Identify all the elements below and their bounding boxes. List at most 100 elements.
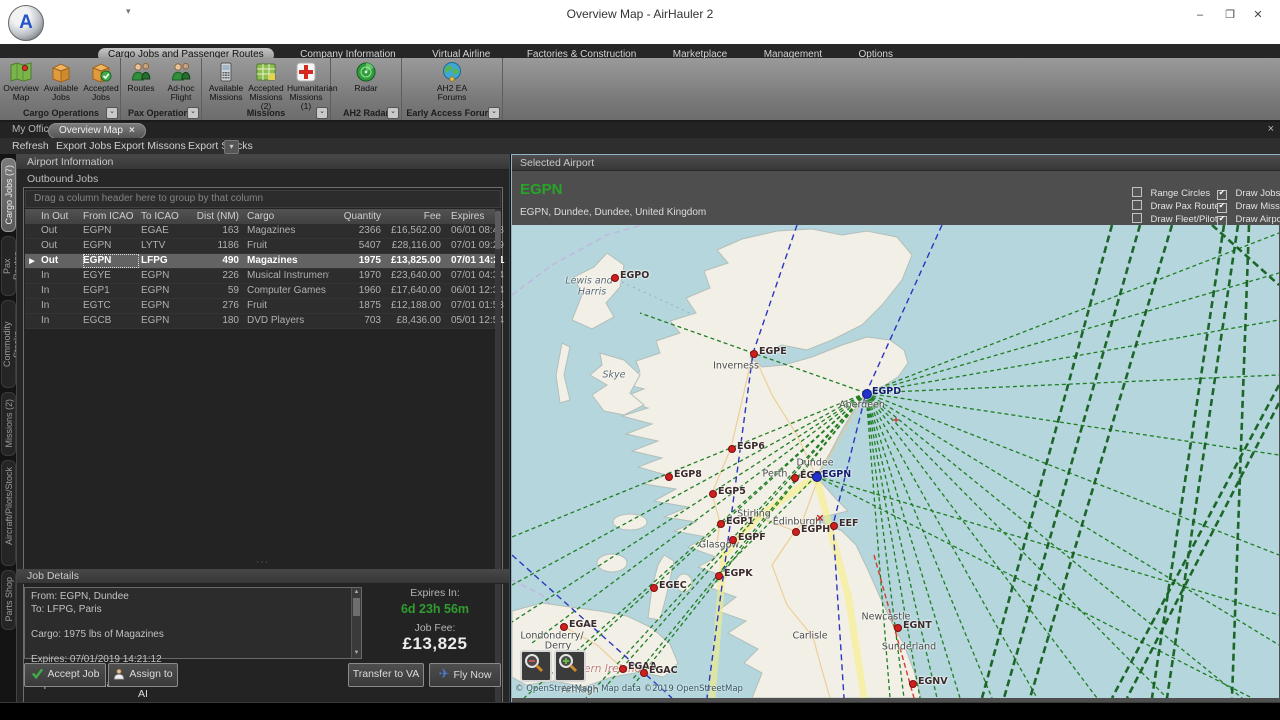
airport-dot-icon bbox=[791, 474, 799, 482]
job-summary: Expires In: 6d 23h 56m Job Fee: £13,825 bbox=[361, 587, 509, 659]
expires-in-value: 6d 23h 56m bbox=[361, 602, 509, 616]
sidetab-missions[interactable]: Missions (2) bbox=[1, 392, 16, 456]
toggle-label: Draw Airports bbox=[1235, 214, 1280, 225]
map-toggle[interactable]: Draw Pax Routes bbox=[1132, 196, 1224, 209]
radar-button[interactable]: Radar bbox=[347, 59, 385, 106]
maximize-button[interactable]: ❐ bbox=[1216, 4, 1244, 26]
map-toggle[interactable]: Draw Fleet/Pilots bbox=[1132, 209, 1224, 222]
sidetab-aircraft-pilots-stock[interactable]: Aircraft/Pilots/Stock bbox=[1, 460, 16, 566]
airport-dot-icon bbox=[750, 350, 758, 358]
minimize-button[interactable]: – bbox=[1186, 4, 1214, 26]
zoom-in-button[interactable] bbox=[554, 650, 586, 682]
group-expander-icon[interactable]: ⌄ bbox=[316, 107, 328, 119]
available-jobs-button[interactable]: Available Jobs bbox=[42, 59, 80, 106]
available-missions-button[interactable]: Available Missions bbox=[207, 59, 245, 106]
job-details-textbox[interactable]: From: EGPN, DundeeTo: LFPG, ParisCargo: … bbox=[24, 587, 362, 659]
scrollbar-thumb[interactable] bbox=[353, 598, 360, 616]
overview-map-button[interactable]: Overview Map bbox=[2, 59, 40, 106]
panel-splitter[interactable]: ∙ ∙ ∙ bbox=[23, 559, 501, 567]
grid-body: Out EGPN EGAE 163 Magazines 2366 £16,562… bbox=[25, 224, 495, 329]
scroll-down-icon[interactable]: ▼ bbox=[352, 649, 361, 658]
close-button[interactable]: ✕ bbox=[1244, 4, 1272, 26]
cell-from-icao: EGTC bbox=[83, 299, 139, 313]
cell-from-icao: EGPN bbox=[83, 254, 139, 268]
col-quantity[interactable]: Quantity bbox=[331, 209, 381, 224]
accept-job-button[interactable]: Accept Job bbox=[24, 663, 106, 687]
app-logo-icon[interactable]: A bbox=[8, 5, 44, 41]
zoom-out-button[interactable] bbox=[520, 650, 552, 682]
export-missions-button[interactable]: Export Missons bbox=[114, 138, 186, 154]
col-in-out[interactable]: In Out bbox=[41, 209, 81, 224]
map-place-label: Dundee bbox=[796, 458, 833, 469]
col-cargo[interactable]: Cargo bbox=[247, 209, 329, 224]
map-place-label: Skye bbox=[603, 370, 626, 381]
table-row[interactable]: Out EGPN LFPG 490 Magazines 1975 £13,825… bbox=[25, 254, 495, 269]
group-by-hint[interactable]: Drag a column header here to group by th… bbox=[25, 190, 501, 208]
table-row[interactable]: In EGYE EGPN 226 Musical Instruments 197… bbox=[25, 269, 495, 284]
airport-dot-icon bbox=[717, 520, 725, 528]
map-toggle[interactable]: Draw Airports bbox=[1217, 209, 1280, 222]
job-details-header: Job Details bbox=[17, 569, 509, 584]
table-row[interactable]: In EGTC EGPN 276 Fruit 1875 £12,188.00 0… bbox=[25, 299, 495, 314]
people-icon bbox=[169, 60, 193, 84]
airport-code-label: EGPE bbox=[759, 346, 787, 357]
button-label: Ad-hoc Flight bbox=[162, 84, 200, 102]
table-row[interactable]: In EGCB EGPN 180 DVD Players 703 £8,436.… bbox=[25, 314, 495, 329]
group-expander-icon[interactable]: ⌄ bbox=[488, 107, 500, 119]
grid-header-row: In Out From ICAO To ICAO Dist (NM) Cargo… bbox=[25, 209, 495, 225]
adhoc-flight-button[interactable]: Ad-hoc Flight bbox=[162, 59, 200, 106]
cargo-box-icon bbox=[49, 60, 73, 84]
map-toggle[interactable]: Draw Missions bbox=[1217, 196, 1280, 209]
sidetab-cargo-jobs[interactable]: Cargo Jobs (7) bbox=[1, 158, 16, 232]
cell-fee: £28,116.00 bbox=[383, 239, 441, 253]
routes-button[interactable]: Routes bbox=[122, 59, 160, 106]
accepted-jobs-button[interactable]: Accepted Jobs bbox=[82, 59, 120, 106]
col-from-icao[interactable]: From ICAO bbox=[83, 209, 139, 224]
table-row[interactable]: Out EGPN LYTV 1186 Fruit 5407 £28,116.00… bbox=[25, 239, 495, 254]
export-jobs-button[interactable]: Export Jobs bbox=[56, 138, 111, 154]
col-dist[interactable]: Dist (NM) bbox=[189, 209, 239, 224]
scroll-up-icon[interactable]: ▲ bbox=[352, 588, 361, 597]
col-fee[interactable]: Fee bbox=[383, 209, 441, 224]
map-icon bbox=[9, 60, 33, 84]
tabstrip-close-icon[interactable]: × bbox=[1268, 123, 1274, 135]
map-toggle[interactable]: Range Circles bbox=[1132, 183, 1224, 196]
button-label: Routes bbox=[122, 84, 160, 93]
sidetab-parts-shop[interactable]: Parts Shop bbox=[1, 570, 16, 630]
group-expander-icon[interactable]: ⌄ bbox=[106, 107, 118, 119]
assign-to-ai-button[interactable]: Assign to AI bbox=[108, 663, 178, 687]
scrollbar-thumb[interactable] bbox=[495, 211, 501, 249]
ah2-ea-forums-button[interactable]: AH2 EA Forums bbox=[433, 59, 471, 106]
airport-information-panel: Airport Information Outbound Jobs Drag a… bbox=[16, 154, 510, 704]
cell-cargo: DVD Players bbox=[247, 314, 329, 328]
map-attribution[interactable]: © OpenStreetMap - Map data ©2019 OpenStr… bbox=[515, 684, 743, 694]
group-expander-icon[interactable]: ⌄ bbox=[187, 107, 199, 119]
sidetab-commodity-stocks[interactable]: Commodity Stocks bbox=[1, 300, 16, 388]
toolbar-dropdown-icon[interactable]: ▾ bbox=[224, 140, 239, 154]
fly-now-button[interactable]: ✈Fly Now bbox=[429, 663, 501, 687]
table-row[interactable]: In EGP1 EGPN 59 Computer Games 1960 £17,… bbox=[25, 284, 495, 299]
accepted-missions-button[interactable]: Accepted Missions (2) bbox=[247, 59, 285, 106]
textbox-scrollbar[interactable]: ▲ ▼ bbox=[351, 588, 361, 658]
table-row[interactable]: Out EGPN EGAE 163 Magazines 2366 £16,562… bbox=[25, 224, 495, 239]
map-toggle[interactable]: Draw Jobs bbox=[1217, 183, 1280, 196]
airport-code-label: EGNV bbox=[918, 676, 948, 687]
map-canvas[interactable]: Lewis and Harris Skye Inverness Aberdeen… bbox=[512, 225, 1279, 698]
group-expander-icon[interactable]: ⌄ bbox=[387, 107, 399, 119]
expires-in-label: Expires In: bbox=[361, 587, 509, 599]
button-label: Transfer to VA bbox=[353, 668, 420, 680]
refresh-button[interactable]: Refresh bbox=[12, 138, 49, 154]
col-to-icao[interactable]: To ICAO bbox=[141, 209, 187, 224]
transfer-to-va-button[interactable]: Transfer to VA bbox=[348, 663, 424, 687]
humanitarian-missions-button[interactable]: Humanitarian Missions (1) bbox=[287, 59, 325, 106]
tab-close-icon[interactable]: × bbox=[129, 125, 135, 136]
tab-overview-map[interactable]: Overview Map× bbox=[48, 123, 146, 139]
panel-header: Airport Information bbox=[17, 155, 509, 170]
cell-dist: 59 bbox=[189, 284, 239, 298]
ribbon: Overview Map Available Jobs Accepted Job… bbox=[0, 58, 1280, 122]
sidetab-pax-routes[interactable]: Pax Routes bbox=[1, 236, 16, 296]
export-stocks-button[interactable]: Export Stocks bbox=[188, 138, 253, 154]
cell-to-icao: LYTV bbox=[141, 239, 187, 253]
row-indicator bbox=[25, 254, 39, 269]
people-icon bbox=[129, 60, 153, 84]
